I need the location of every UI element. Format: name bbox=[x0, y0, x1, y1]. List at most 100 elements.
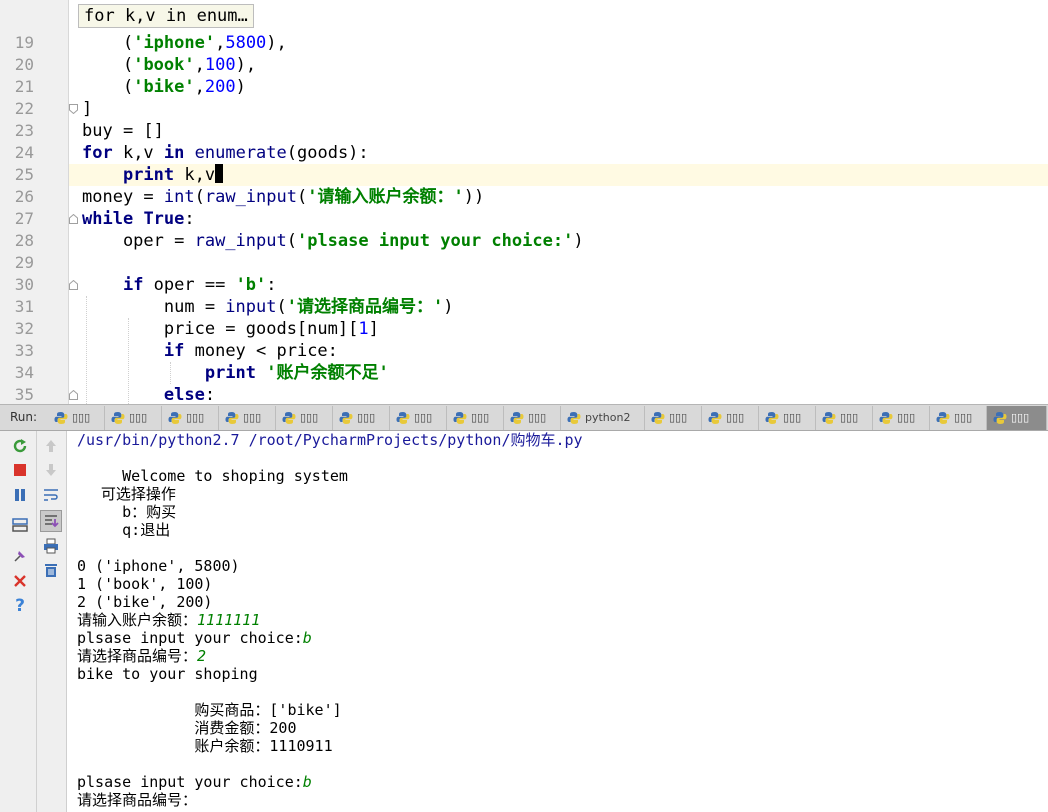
run-tab-label: ▯▯▯ bbox=[129, 411, 148, 424]
run-tab[interactable]: ▯▯▯ bbox=[219, 406, 276, 430]
run-tab[interactable]: ▯▯▯ bbox=[645, 406, 702, 430]
console-line: 账户余额：1110911 bbox=[77, 737, 333, 755]
console-line: /usr/bin/python2.7 /root/PycharmProjects… bbox=[77, 431, 583, 449]
code-line: oper = raw_input('plsase input your choi… bbox=[82, 231, 584, 251]
console-line: 可选择操作 bbox=[77, 485, 176, 503]
run-tab[interactable]: ▯▯▯ bbox=[48, 406, 105, 430]
close-icon[interactable] bbox=[11, 572, 29, 590]
code-line-current: print k,v bbox=[82, 164, 224, 186]
console-line: 购买商品：['bike'] bbox=[77, 701, 342, 719]
run-tab[interactable]: ▯▯▯ bbox=[930, 406, 987, 430]
run-tab[interactable]: ▯▯▯ bbox=[105, 406, 162, 430]
line-number: 30 bbox=[14, 275, 34, 294]
help-icon[interactable]: ? bbox=[11, 596, 29, 616]
run-tab-label: ▯▯▯ bbox=[1011, 411, 1030, 424]
fold-icon[interactable] bbox=[69, 214, 78, 224]
run-tab[interactable]: ▯▯▯ bbox=[873, 406, 930, 430]
run-tab-label: ▯▯▯ bbox=[186, 411, 205, 424]
rerun-icon[interactable] bbox=[11, 437, 29, 455]
code-line: ('iphone',5800), bbox=[122, 33, 287, 53]
code-line: money = int(raw_input('请输入账户余额：')) bbox=[82, 187, 485, 207]
code-line: ] bbox=[82, 99, 93, 119]
run-tab[interactable]: ▯▯▯ bbox=[504, 406, 561, 430]
run-tab[interactable]: ▯▯▯ bbox=[759, 406, 816, 430]
user-input: b bbox=[302, 629, 312, 647]
breadcrumb-tooltip[interactable]: for k,v in enum… bbox=[78, 4, 254, 28]
console-actions-toolbar bbox=[37, 431, 67, 812]
run-tab-label: ▯▯▯ bbox=[72, 411, 91, 424]
run-tab-label: ▯▯▯ bbox=[471, 411, 490, 424]
code-line: num = input('请选择商品编号：') bbox=[82, 297, 454, 317]
console-line: 请选择商品编号：2 bbox=[77, 647, 207, 665]
code-line: if oper == 'b': bbox=[122, 275, 277, 295]
run-tab-label: ▯▯▯ bbox=[954, 411, 973, 424]
run-tab-label: ▯▯▯ bbox=[243, 411, 262, 424]
run-tab[interactable]: ▯▯▯ bbox=[447, 406, 504, 430]
print-icon[interactable] bbox=[42, 537, 60, 555]
line-number: 35 bbox=[14, 385, 34, 404]
code-editor[interactable]: 19 20 21 22 23 24 25 26 27 28 29 30 31 3… bbox=[0, 0, 1048, 404]
console-line: q:退出 bbox=[77, 521, 171, 539]
line-number: 29 bbox=[14, 253, 34, 272]
run-tab[interactable]: ▯▯▯ bbox=[162, 406, 219, 430]
run-tab-label: ▯▯▯ bbox=[300, 411, 319, 424]
line-number: 20 bbox=[14, 55, 34, 74]
code-line: buy = [] bbox=[82, 121, 164, 141]
console-line: plsase input your choice:b bbox=[77, 629, 312, 647]
console-line: 请选择商品编号： bbox=[77, 791, 198, 809]
fold-icon[interactable] bbox=[69, 390, 78, 400]
layout-icon[interactable] bbox=[11, 516, 29, 534]
line-number: 26 bbox=[14, 187, 34, 206]
scroll-to-end-icon[interactable] bbox=[40, 510, 62, 532]
code-line: if money < price: bbox=[163, 341, 338, 361]
run-tab-label: ▯▯▯ bbox=[528, 411, 547, 424]
console-line: bike to your shoping bbox=[77, 665, 258, 683]
run-tab-label: ▯▯▯ bbox=[726, 411, 745, 424]
trash-icon[interactable] bbox=[42, 561, 60, 579]
user-input: b bbox=[302, 773, 312, 791]
run-tab-label: ▯▯▯ bbox=[414, 411, 433, 424]
soft-wrap-icon[interactable] bbox=[42, 486, 60, 504]
up-arrow-icon[interactable] bbox=[42, 437, 60, 455]
pause-icon[interactable] bbox=[11, 486, 29, 504]
console-line: 消费金额：200 bbox=[77, 719, 297, 737]
user-input: 1111111 bbox=[197, 611, 261, 629]
run-tab[interactable]: ▯▯▯ bbox=[276, 406, 333, 430]
fold-end-icon[interactable] bbox=[69, 104, 78, 114]
line-number: 24 bbox=[14, 143, 34, 162]
code-line: price = goods[num][1] bbox=[82, 319, 379, 339]
run-actions-toolbar: ? bbox=[0, 431, 37, 812]
console-line: plsase input your choice:b bbox=[77, 773, 312, 791]
console-line: b：购买 bbox=[77, 503, 177, 521]
code-line: while True: bbox=[82, 209, 195, 229]
run-tab-label: ▯▯▯ bbox=[840, 411, 859, 424]
down-arrow-icon[interactable] bbox=[42, 461, 60, 479]
run-tab[interactable]: ▯▯▯ bbox=[390, 406, 447, 430]
run-tab-label: ▯▯▯ bbox=[357, 411, 376, 424]
pin-icon[interactable] bbox=[11, 547, 29, 565]
line-number: 19 bbox=[14, 33, 34, 52]
console-line: 1 ('book', 100) bbox=[77, 575, 213, 593]
line-number: 22 bbox=[14, 99, 34, 118]
line-number: 32 bbox=[14, 319, 34, 338]
line-number: 34 bbox=[14, 363, 34, 382]
text-caret bbox=[215, 164, 224, 183]
code-line: ('bike',200) bbox=[122, 77, 246, 97]
run-tab-label: ▯▯▯ bbox=[783, 411, 802, 424]
gutter-separator bbox=[68, 0, 69, 404]
run-tabs-bar: Run: ▯▯▯ ▯▯▯ ▯▯▯ ▯▯▯ ▯▯▯ ▯▯▯ ▯▯▯ ▯▯▯ ▯▯▯ python2 ▯… bbox=[0, 404, 1048, 431]
run-tab-label: python2 bbox=[585, 411, 631, 424]
console-line: 2 ('bike', 200) bbox=[77, 593, 213, 611]
code-line: print '账户余额不足' bbox=[204, 363, 389, 383]
console-line: 0 ('iphone', 5800) bbox=[77, 557, 240, 575]
run-tab[interactable]: ▯▯▯ bbox=[987, 406, 1047, 430]
stop-icon[interactable] bbox=[11, 461, 29, 479]
code-line: ('book',100), bbox=[122, 55, 257, 75]
run-tab[interactable]: ▯▯▯ bbox=[333, 406, 390, 430]
run-tab-label: ▯▯▯ bbox=[897, 411, 916, 424]
run-tab[interactable]: ▯▯▯ bbox=[702, 406, 759, 430]
run-tab[interactable]: ▯▯▯ bbox=[816, 406, 873, 430]
run-tab[interactable]: python2 bbox=[561, 406, 645, 430]
code-line: for k,v in enumerate(goods): bbox=[82, 143, 369, 163]
fold-icon[interactable] bbox=[69, 280, 78, 290]
